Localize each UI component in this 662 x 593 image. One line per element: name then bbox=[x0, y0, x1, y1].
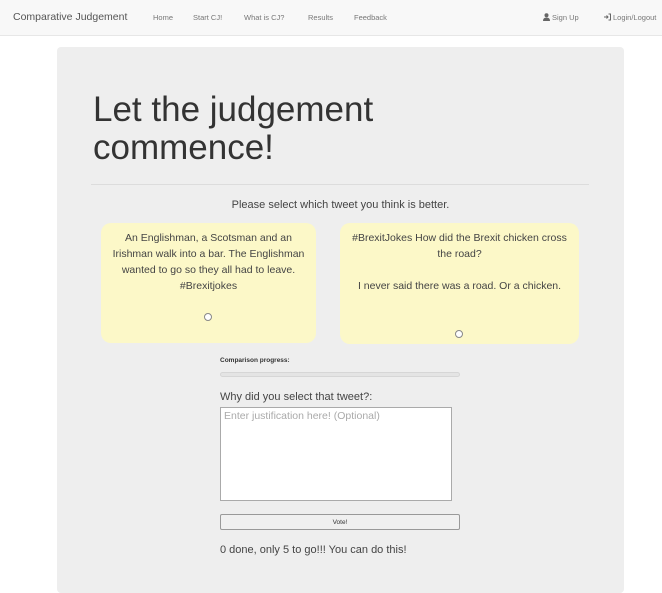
tweet-text-left: An Englishman, a Scotsman and an Irishma… bbox=[112, 232, 305, 292]
tweet-text-right: #BrexitJokes How did the Brexit chicken … bbox=[352, 232, 567, 292]
login-icon bbox=[603, 13, 611, 23]
justification-label: Why did you select that tweet?: bbox=[220, 391, 373, 403]
nav-link-what-is-cj[interactable]: What is CJ? bbox=[244, 13, 284, 22]
main-panel: Let the judgement commence! Please selec… bbox=[57, 47, 624, 593]
progress-label: Comparison progress: bbox=[220, 357, 290, 364]
nav-link-home[interactable]: Home bbox=[153, 13, 173, 22]
vote-button[interactable]: Vote! bbox=[220, 514, 460, 530]
sign-up-link[interactable]: Sign Up bbox=[543, 13, 579, 23]
justification-input[interactable] bbox=[220, 407, 452, 501]
sign-up-label: Sign Up bbox=[552, 13, 579, 22]
tweet-card-right[interactable]: #BrexitJokes How did the Brexit chicken … bbox=[340, 223, 579, 344]
divider bbox=[91, 184, 589, 185]
tweet-radio-right[interactable] bbox=[455, 330, 463, 338]
brand-link[interactable]: Comparative Judgement bbox=[13, 11, 127, 23]
nav-link-start-cj[interactable]: Start CJ! bbox=[193, 13, 222, 22]
instruction-text: Please select which tweet you think is b… bbox=[231, 199, 450, 211]
tweet-radio-left[interactable] bbox=[204, 313, 212, 321]
tweet-card-left[interactable]: An Englishman, a Scotsman and an Irishma… bbox=[101, 223, 316, 343]
user-icon bbox=[543, 13, 550, 23]
login-logout-label: Login/Logout bbox=[613, 13, 657, 22]
page-title: Let the judgement commence! bbox=[93, 90, 374, 167]
nav-link-feedback[interactable]: Feedback bbox=[354, 13, 387, 22]
navbar: Comparative Judgement Home Start CJ! Wha… bbox=[0, 0, 662, 36]
comparison-progress-bar bbox=[220, 372, 460, 377]
nav-link-results[interactable]: Results bbox=[308, 13, 333, 22]
status-text: 0 done, only 5 to go!!! You can do this! bbox=[220, 544, 407, 556]
login-logout-link[interactable]: Login/Logout bbox=[603, 13, 656, 23]
